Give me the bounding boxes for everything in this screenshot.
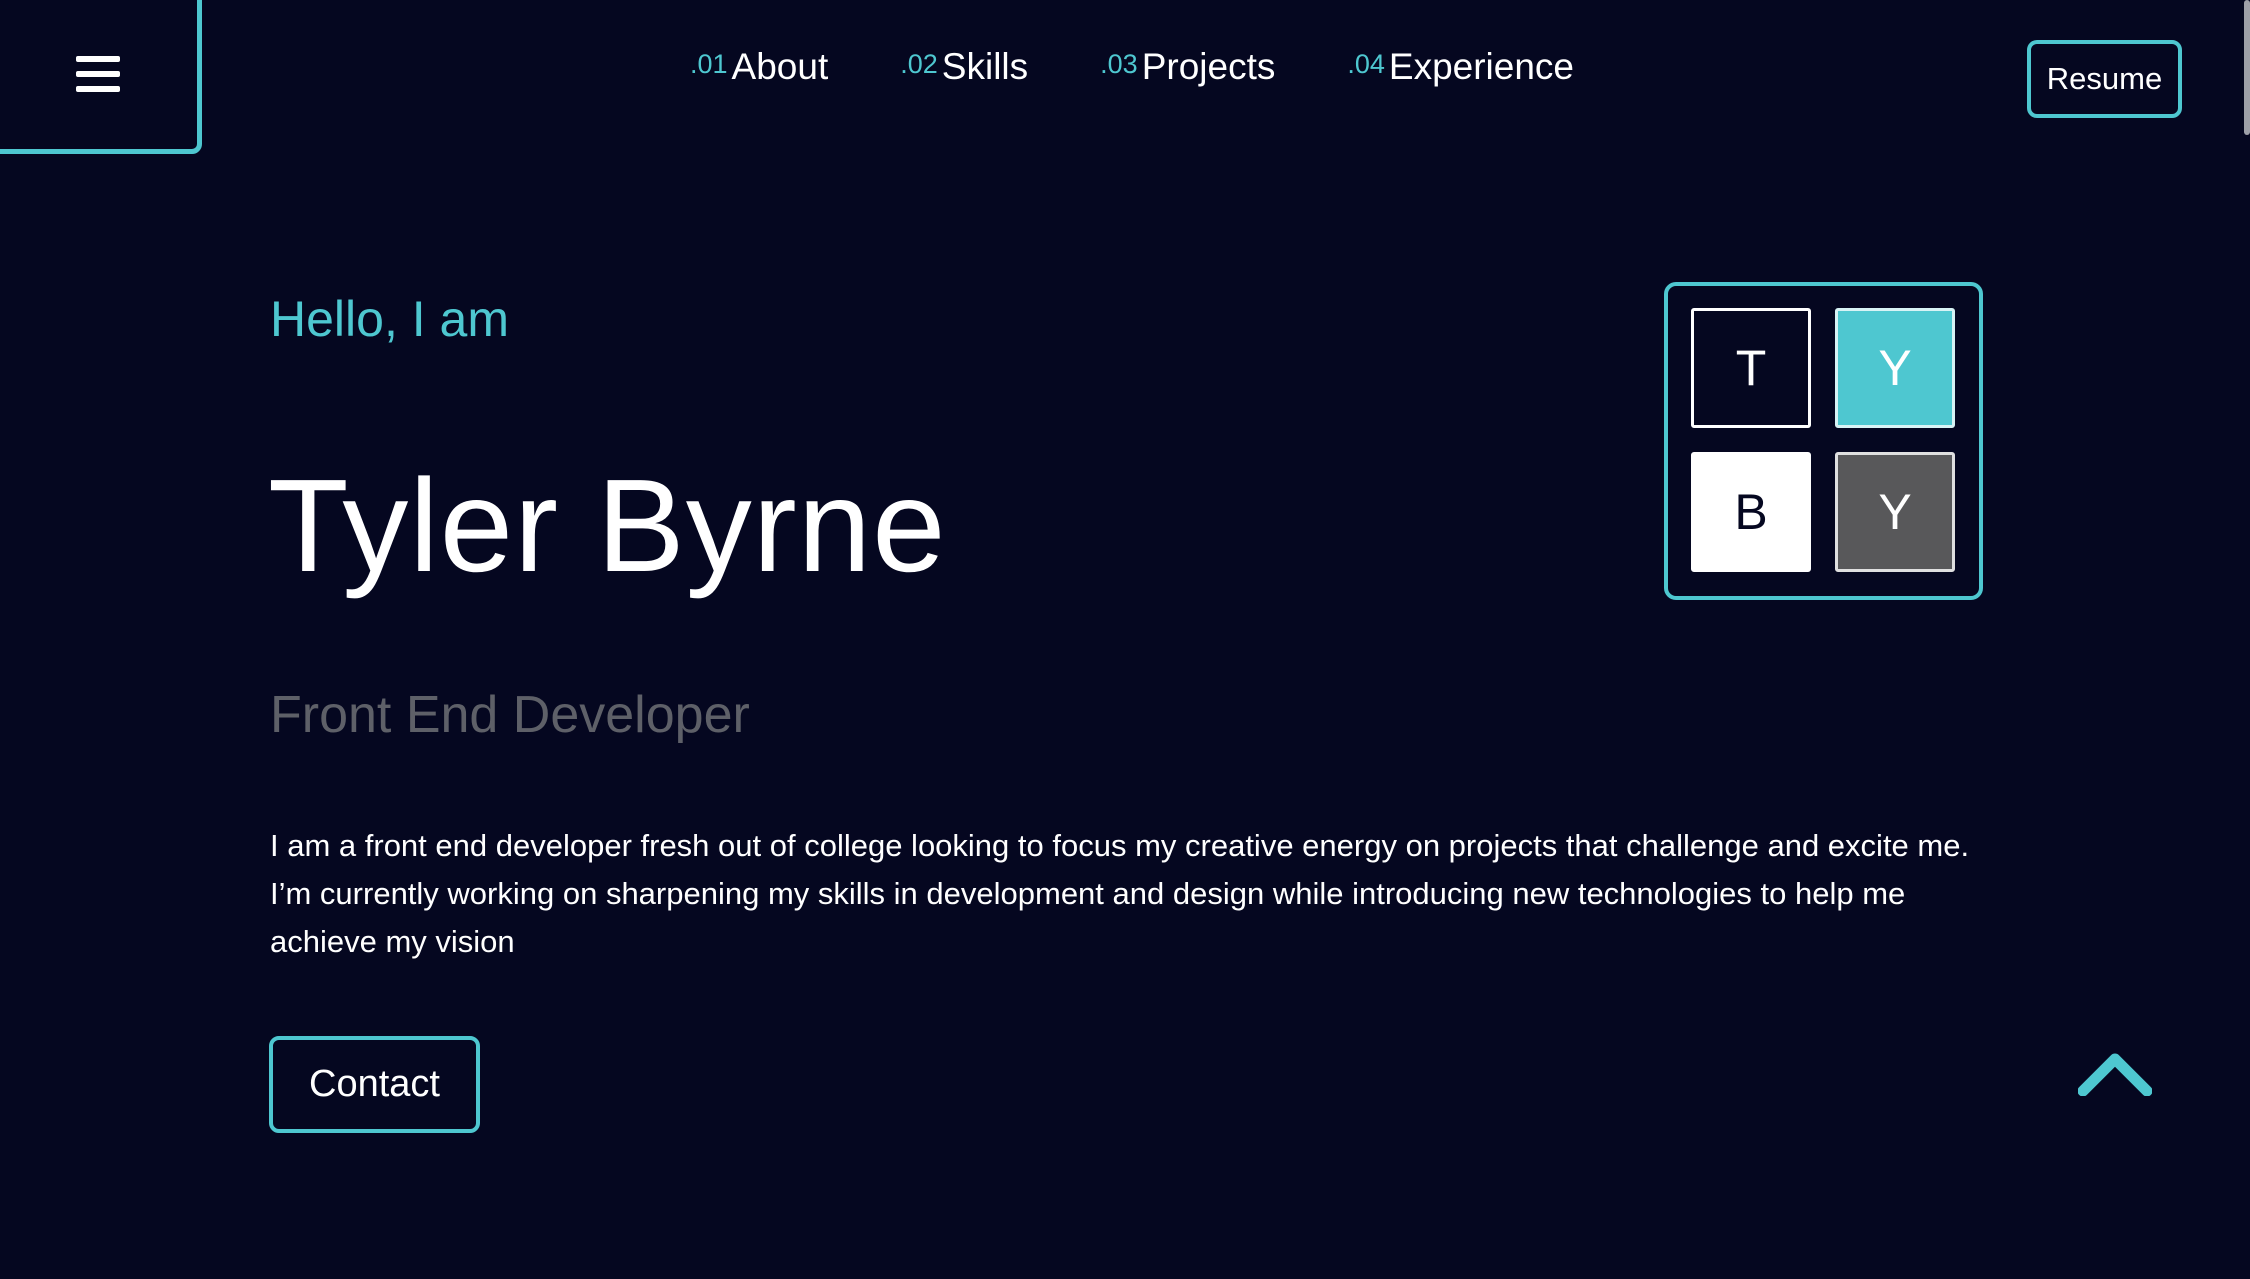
menu-button[interactable] xyxy=(0,0,202,154)
nav-item-skills[interactable]: .02 Skills xyxy=(900,46,1028,88)
chevron-up-icon[interactable] xyxy=(2078,1050,2152,1096)
logo-grid: T Y B Y xyxy=(1664,282,1983,600)
logo-tile: Y xyxy=(1835,452,1955,572)
scrollbar-thumb[interactable] xyxy=(2244,0,2250,135)
nav-item-label: Experience xyxy=(1388,46,1574,87)
hero-name: Tyler Byrne xyxy=(268,452,947,599)
resume-button[interactable]: Resume xyxy=(2027,40,2182,118)
logo-tile: T xyxy=(1691,308,1811,428)
nav-item-projects[interactable]: .03 Projects xyxy=(1100,46,1275,88)
main-nav: .01 About .02 Skills .03 Projects .04 Ex… xyxy=(690,46,1574,88)
contact-button[interactable]: Contact xyxy=(269,1036,480,1133)
nav-item-number: .04 xyxy=(1347,49,1385,79)
nav-item-number: .02 xyxy=(900,49,938,79)
nav-item-number: .01 xyxy=(690,49,728,79)
nav-item-label: About xyxy=(731,46,829,87)
nav-item-number: .03 xyxy=(1100,49,1138,79)
hero-greeting: Hello, I am xyxy=(270,291,509,347)
logo-tile: B xyxy=(1691,452,1811,572)
hero-bio: I am a front end developer fresh out of … xyxy=(270,828,1970,959)
nav-item-about[interactable]: .01 About xyxy=(690,46,828,88)
logo-tile: Y xyxy=(1835,308,1955,428)
nav-item-label: Projects xyxy=(1141,46,1276,87)
hero-role: Front End Developer xyxy=(270,686,750,744)
nav-item-label: Skills xyxy=(941,46,1029,87)
nav-item-experience[interactable]: .04 Experience xyxy=(1347,46,1574,88)
hamburger-icon xyxy=(76,56,120,92)
